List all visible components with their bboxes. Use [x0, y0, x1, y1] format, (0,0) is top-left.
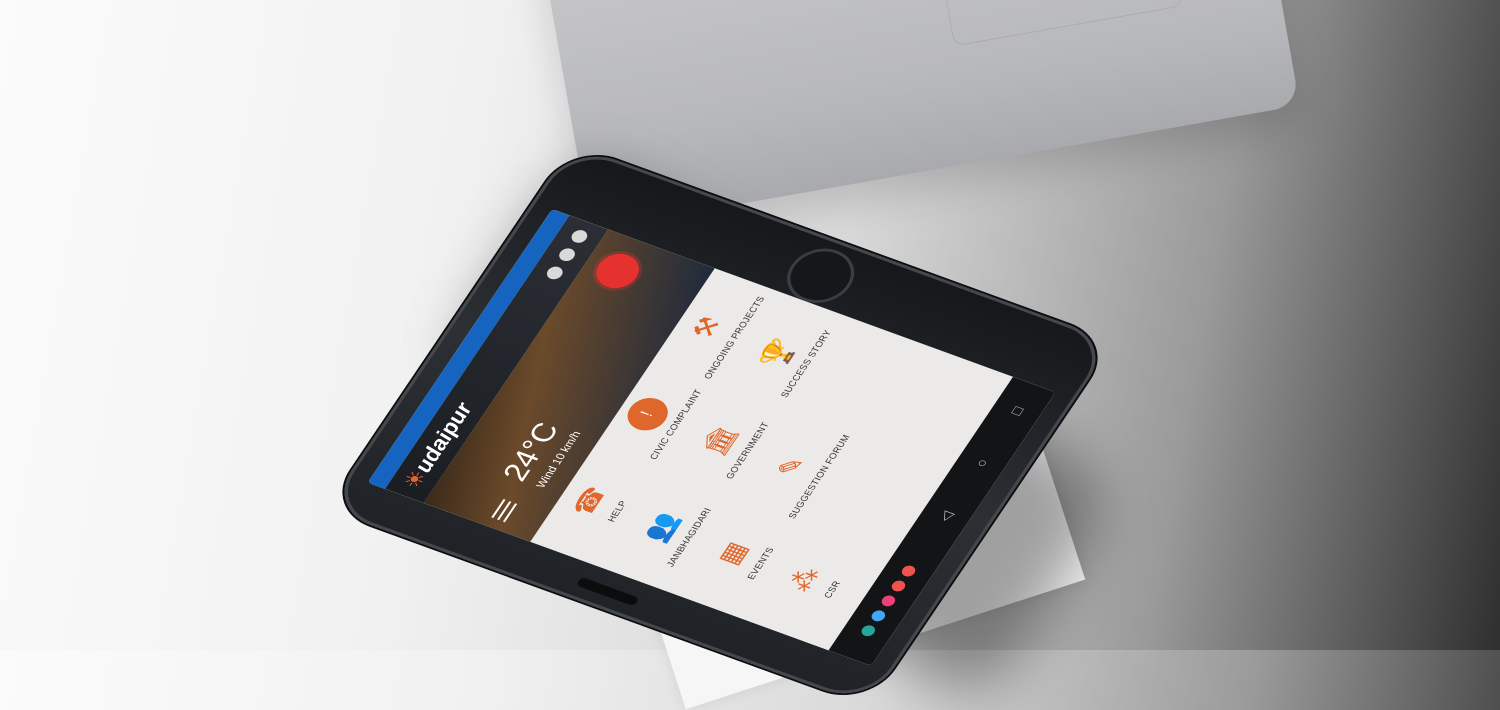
social-dot-icon[interactable]: [869, 608, 888, 623]
laptop-trackpad: [931, 0, 1183, 47]
settings-icon[interactable]: [568, 228, 591, 245]
social-dot-icon[interactable]: [859, 623, 878, 638]
recents-icon[interactable]: □: [1007, 404, 1027, 417]
hamburger-menu-icon[interactable]: [487, 498, 521, 524]
social-dot-icon[interactable]: [889, 578, 908, 593]
social-dot-icon[interactable]: [879, 593, 898, 608]
emergency-button[interactable]: [588, 248, 647, 294]
accessibility-icon[interactable]: [556, 246, 578, 263]
home-icon[interactable]: ○: [971, 457, 991, 470]
social-dot-icon[interactable]: [899, 563, 918, 578]
back-icon[interactable]: ◁: [934, 509, 956, 524]
notification-bell-icon[interactable]: [544, 264, 566, 282]
